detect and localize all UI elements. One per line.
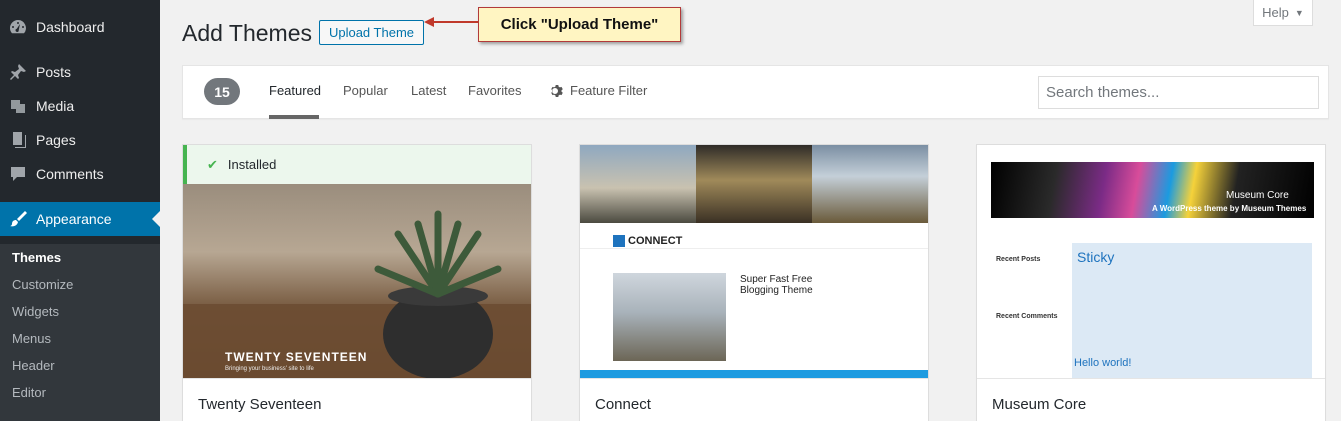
theme-screenshot: CONNECT Super Fast Free Blogging Theme <box>580 145 928 378</box>
submenu-themes[interactable]: Themes <box>12 250 61 265</box>
preview-sidebar: Recent Posts Recent Comments <box>996 255 1057 321</box>
submenu-menus[interactable]: Menus <box>12 331 51 346</box>
balloon-landscape-image <box>580 145 696 223</box>
menu-item-comments[interactable]: Comments <box>0 157 160 191</box>
theme-screenshot: ✔ Installed TWENTY SEVENTEEN Bringing yo… <box>183 145 531 378</box>
admin-sidebar: Dashboard Posts Media Pages Comments App… <box>0 0 160 421</box>
appearance-submenu: Themes Customize Widgets Menus Header Ed… <box>0 244 160 421</box>
caret-down-icon: ▼ <box>1294 7 1304 18</box>
theme-name: Museum Core <box>992 396 1087 413</box>
tab-latest[interactable]: Latest <box>411 83 446 98</box>
active-tab-indicator <box>269 115 319 119</box>
preview-title: TWENTY SEVENTEEN <box>225 350 368 364</box>
search-themes-input[interactable]: Search themes... <box>1038 76 1319 109</box>
preview-headline: Super Fast Free Blogging Theme <box>740 274 813 296</box>
checkmark-icon: ✔ <box>207 156 218 172</box>
preview-sticky-heading: Sticky <box>1077 249 1115 265</box>
menu-label: Media <box>36 98 75 114</box>
menu-item-dashboard[interactable]: Dashboard <box>0 10 160 44</box>
theme-card-museum-core[interactable]: Museum Core A WordPress theme by Museum … <box>976 144 1326 421</box>
menu-item-pages[interactable]: Pages <box>0 123 160 157</box>
theme-screenshot: Museum Core A WordPress theme by Museum … <box>977 145 1325 378</box>
instruction-callout: Click "Upload Theme" <box>478 7 681 42</box>
feature-filter-button[interactable]: Feature Filter <box>570 83 647 98</box>
dashboard-icon <box>0 17 36 37</box>
tab-featured[interactable]: Featured <box>269 83 321 98</box>
callout-arrow <box>424 17 480 27</box>
preview-main-image <box>613 273 726 361</box>
menu-label: Dashboard <box>36 19 105 35</box>
preview-subtitle: A WordPress theme by Museum Themes <box>1152 204 1307 213</box>
menu-item-media[interactable]: Media <box>0 89 160 123</box>
theme-name-bar: Connect <box>580 378 928 421</box>
plant-photo <box>183 184 531 378</box>
preview-subtitle: Bringing your business' site to life <box>225 366 314 372</box>
menu-label: Posts <box>36 64 72 80</box>
menu-label: Appearance <box>36 211 112 227</box>
installed-label: Installed <box>227 157 277 172</box>
media-icon <box>0 96 36 116</box>
menu-item-posts[interactable]: Posts <box>0 55 160 89</box>
pin-icon <box>0 62 36 82</box>
submenu-customize[interactable]: Customize <box>12 277 73 292</box>
preview-title: Museum Core <box>1226 190 1289 201</box>
sunset-landscape-image <box>696 145 812 223</box>
preview-logo-text: CONNECT <box>628 235 683 247</box>
help-label: Help <box>1262 5 1289 20</box>
paintbrush-icon <box>0 209 36 229</box>
menu-label: Pages <box>36 132 76 148</box>
tab-popular[interactable]: Popular <box>343 83 388 98</box>
menu-label: Comments <box>36 166 104 182</box>
upload-theme-button[interactable]: Upload Theme <box>319 20 424 45</box>
theme-name-bar: Twenty Seventeen <box>183 378 531 421</box>
theme-card-connect[interactable]: CONNECT Super Fast Free Blogging Theme C… <box>579 144 929 421</box>
submenu-header[interactable]: Header <box>12 358 55 373</box>
menu-item-appearance[interactable]: Appearance <box>0 202 160 236</box>
tab-favorites[interactable]: Favorites <box>468 83 521 98</box>
mountain-landscape-image <box>812 145 928 223</box>
theme-name: Twenty Seventeen <box>198 396 322 413</box>
theme-filter-bar: 15 Featured Popular Latest Favorites Fea… <box>182 65 1329 119</box>
gear-icon[interactable] <box>549 83 565 99</box>
succulent-plant-image <box>183 210 531 378</box>
installed-notice: ✔ Installed <box>183 145 531 184</box>
submenu-editor[interactable]: Editor <box>12 385 46 400</box>
pages-icon <box>0 130 36 150</box>
help-button[interactable]: Help ▼ <box>1253 0 1313 26</box>
theme-name: Connect <box>595 396 651 413</box>
comment-icon <box>0 164 36 184</box>
theme-card-twenty-seventeen[interactable]: ✔ Installed TWENTY SEVENTEEN Bringing yo… <box>182 144 532 421</box>
preview-logo: CONNECT <box>613 235 682 247</box>
preview-recent-posts: Recent Posts <box>996 256 1041 263</box>
logo-square-icon <box>613 235 625 247</box>
theme-name-bar: Museum Core <box>977 378 1325 421</box>
preview-recent-comments: Recent Comments <box>996 313 1058 320</box>
theme-count-badge: 15 <box>204 78 240 105</box>
preview-hello-heading: Hello world! <box>1074 357 1132 369</box>
page-title: Add Themes <box>182 20 312 46</box>
submenu-widgets[interactable]: Widgets <box>12 304 59 319</box>
preview-footer-strip <box>580 370 928 378</box>
